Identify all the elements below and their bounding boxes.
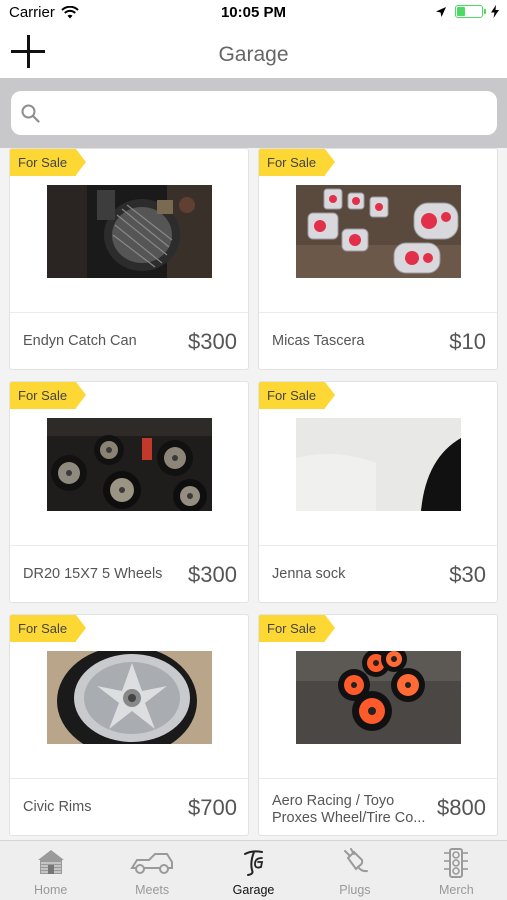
card-divider	[10, 778, 248, 779]
location-arrow-icon	[436, 6, 446, 17]
traffic-light-icon	[444, 848, 469, 878]
listing-photo-wheels[interactable]	[47, 418, 212, 511]
navigation-bar: Garage	[0, 26, 507, 78]
search-input[interactable]	[48, 104, 468, 122]
listing-photo-tail-lights[interactable]	[296, 185, 461, 278]
for-sale-badge: For Sale	[259, 149, 335, 176]
listing-price: $700	[188, 795, 237, 820]
card-divider	[10, 312, 248, 313]
card-divider	[259, 312, 497, 313]
tab-label: Garage	[232, 883, 275, 897]
car-icon	[130, 853, 174, 874]
listings-grid: For Sale Endyn Catch Can $300 For Sale M…	[0, 148, 507, 840]
listing-title: Micas Tascera	[272, 333, 365, 349]
search-field[interactable]	[11, 91, 497, 135]
listing-card[interactable]: For Sale Micas Tascera $10	[258, 148, 498, 370]
listing-title: Endyn Catch Can	[23, 333, 137, 349]
battery-level	[457, 7, 465, 16]
listing-title: Aero Racing / Toyo Proxes Wheel/Tire Co.…	[272, 793, 432, 827]
page-title: Garage	[218, 43, 289, 66]
plug-icon	[343, 848, 368, 873]
listing-photo-catch-can[interactable]	[47, 185, 212, 278]
tab-meets[interactable]: Meets	[101, 841, 202, 900]
card-divider	[259, 778, 497, 779]
garage-logo-icon	[243, 850, 263, 876]
listing-price: $30	[449, 562, 486, 587]
status-bar: Carrier 10:05 PM	[0, 0, 507, 26]
status-time: 10:05 PM	[220, 4, 287, 21]
listing-card[interactable]: For Sale Aero Racing / Toyo Proxes Wheel…	[258, 614, 498, 836]
battery-icon	[455, 5, 486, 18]
listing-price: $10	[449, 329, 486, 354]
listing-price: $300	[188, 562, 237, 587]
listing-price: $800	[437, 795, 486, 820]
listing-title: DR20 15X7 5 Wheels	[23, 566, 163, 582]
for-sale-badge: For Sale	[10, 149, 86, 176]
listing-photo-rims[interactable]	[47, 651, 212, 744]
listing-card[interactable]: For Sale Jenna sock $30	[258, 381, 498, 603]
tab-bar: Home Meets Garage Plugs Merch	[0, 840, 507, 900]
for-sale-badge: For Sale	[10, 382, 86, 409]
tab-label: Home	[34, 883, 68, 897]
listing-title: Civic Rims	[23, 799, 92, 815]
for-sale-badge: For Sale	[10, 615, 86, 642]
listing-photo-sock[interactable]	[296, 418, 461, 511]
for-sale-badge: For Sale	[259, 615, 335, 642]
tab-merch[interactable]: Merch	[406, 841, 507, 900]
search-icon	[21, 104, 40, 123]
tab-label: Merch	[438, 883, 474, 897]
tab-label: Plugs	[339, 883, 371, 897]
listing-card[interactable]: For Sale Endyn Catch Can $300	[9, 148, 249, 370]
tab-garage[interactable]: Garage	[203, 841, 304, 900]
charging-bolt-icon	[491, 5, 499, 18]
listing-card[interactable]: For Sale Civic Rims $700	[9, 614, 249, 836]
listing-card[interactable]: For Sale DR20 15X7 5 Wheels $300	[9, 381, 249, 603]
home-icon	[37, 850, 64, 874]
listing-title-line-1: Aero Racing / Toyo	[272, 793, 395, 809]
tab-label: Meets	[135, 883, 170, 897]
listing-title: Jenna sock	[272, 566, 346, 582]
card-divider	[10, 545, 248, 546]
listing-price: $300	[188, 329, 237, 354]
card-divider	[259, 545, 497, 546]
search-bar-area	[0, 78, 507, 148]
tab-home[interactable]: Home	[0, 841, 101, 900]
for-sale-badge: For Sale	[259, 382, 335, 409]
listing-photo-aero-wheels[interactable]	[296, 651, 461, 744]
tab-plugs[interactable]: Plugs	[304, 841, 405, 900]
status-right	[435, 5, 499, 18]
listing-title-line-2: Proxes Wheel/Tire Co...	[272, 810, 426, 826]
